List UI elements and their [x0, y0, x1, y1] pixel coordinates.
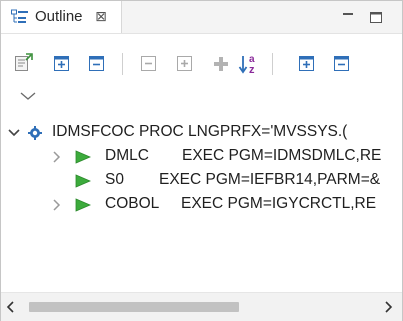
- toolbar-separator: [122, 53, 123, 75]
- outline-view-icon: [11, 9, 29, 25]
- tree-root-label: IDMSFCOC PROC LNGPRFX='MVSSYS.(: [52, 123, 348, 140]
- exec-step-icon: [75, 150, 92, 164]
- proc-gear-icon: [28, 126, 42, 140]
- view-title-bar: Outline ⊠: [1, 1, 402, 34]
- maximize-icon[interactable]: [367, 9, 385, 25]
- link-with-editor-icon[interactable]: [14, 53, 34, 73]
- step-exec: EXEC PGM=IDMSDMLC,RE: [182, 147, 382, 164]
- step-name: COBOL: [105, 195, 160, 212]
- expand-all-icon[interactable]: [52, 54, 72, 74]
- chevron-right-icon[interactable]: [50, 198, 64, 212]
- expand-icon[interactable]: [297, 54, 317, 74]
- step-name: DMLC: [105, 147, 149, 164]
- exec-step-icon: [75, 198, 92, 212]
- step-exec: EXEC PGM=IGYCRCTL,RE: [181, 195, 377, 212]
- step-exec: EXEC PGM=IEFBR14,PARM=&: [159, 171, 381, 188]
- step-name: S0: [105, 171, 124, 188]
- minimize-icon[interactable]: [339, 9, 357, 25]
- outline-view: Outline ⊠ a z IDMSFCOC PROC LNGPRFX='MVS…: [0, 0, 403, 321]
- tree-row-step[interactable]: S0 EXEC PGM=IEFBR14,PARM=&: [1, 170, 401, 194]
- collapse-icon[interactable]: [332, 54, 352, 74]
- horizontal-scrollbar[interactable]: [1, 292, 402, 321]
- tree-row-step[interactable]: COBOL EXEC PGM=IGYCRCTL,RE: [1, 194, 401, 218]
- tree-row-step[interactable]: DMLC EXEC PGM=IDMSDMLC,RE: [1, 146, 401, 170]
- chevron-down-icon[interactable]: [7, 126, 21, 140]
- toolbar-separator: [272, 53, 273, 75]
- chevron-right-icon[interactable]: [50, 150, 64, 164]
- exec-step-icon: [75, 174, 92, 188]
- collapse-all-icon[interactable]: [87, 54, 107, 74]
- scroll-left-icon[interactable]: [5, 299, 17, 315]
- collapse-disabled-icon: [139, 54, 159, 74]
- tree-row-root[interactable]: IDMSFCOC PROC LNGPRFX='MVSSYS.(: [1, 122, 401, 146]
- outline-tree: IDMSFCOC PROC LNGPRFX='MVSSYS.( DMLC EXE…: [1, 119, 401, 291]
- view-menu-chevron-icon[interactable]: [18, 89, 38, 109]
- svg-text:z: z: [249, 64, 255, 75]
- sort-alphabetically-icon[interactable]: a z: [238, 53, 258, 75]
- view-title: Outline: [35, 8, 83, 25]
- scroll-right-icon[interactable]: [382, 299, 394, 315]
- add-disabled-icon: [211, 54, 231, 74]
- expand-disabled-icon: [175, 54, 195, 74]
- outline-tab[interactable]: Outline ⊠: [1, 1, 122, 33]
- close-icon[interactable]: ⊠: [93, 7, 109, 25]
- scrollbar-thumb[interactable]: [29, 302, 239, 312]
